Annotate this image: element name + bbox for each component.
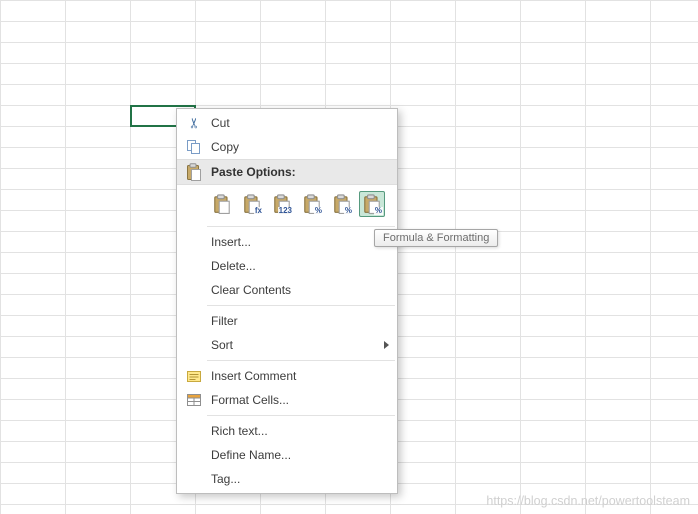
menu-separator	[207, 360, 395, 361]
menu-item-label: Insert...	[211, 235, 252, 249]
paste-formula-formatting-icon[interactable]: %	[359, 191, 385, 217]
menu-item-clear-contents[interactable]: Clear Contents	[177, 278, 397, 302]
menu-item-insert[interactable]: Insert...	[177, 230, 397, 254]
paste-formatting-icon[interactable]: %	[299, 191, 325, 217]
paste-icon[interactable]	[209, 191, 235, 217]
menu-item-label: Delete...	[211, 259, 256, 273]
menu-item-tag[interactable]: Tag...	[177, 467, 397, 491]
menu-separator	[207, 415, 395, 416]
submenu-arrow-icon	[384, 341, 389, 349]
paste-glyph: %	[343, 206, 353, 215]
menu-item-filter[interactable]: Filter	[177, 309, 397, 333]
menu-item-label: Copy	[211, 140, 240, 154]
tooltip: Formula & Formatting	[374, 229, 499, 247]
menu-item-label: Rich text...	[211, 424, 268, 438]
paste-options-label: Paste Options:	[211, 165, 296, 179]
comment-icon	[183, 368, 205, 384]
paste-glyph: %	[313, 206, 323, 215]
paste-formulas-icon[interactable]: fx	[239, 191, 265, 217]
menu-item-paste-options: Paste Options:	[177, 159, 397, 185]
watermark-text: https://blog.csdn.net/powertoolsteam	[486, 494, 690, 508]
menu-item-label: Clear Contents	[211, 283, 292, 297]
copy-icon	[183, 139, 205, 155]
menu-separator	[207, 305, 395, 306]
menu-item-define-name[interactable]: Define Name...	[177, 443, 397, 467]
paste-values-formatting-icon[interactable]: %	[329, 191, 355, 217]
menu-item-label: Insert Comment	[211, 369, 297, 383]
menu-item-rich-text[interactable]: Rich text...	[177, 419, 397, 443]
menu-item-insert-comment[interactable]: Insert Comment	[177, 364, 397, 388]
paste-glyph: %	[373, 206, 383, 215]
menu-item-copy[interactable]: Copy	[177, 135, 397, 159]
menu-item-sort[interactable]: Sort	[177, 333, 397, 357]
menu-separator	[207, 226, 395, 227]
menu-item-label: Tag...	[211, 472, 241, 486]
scissors-icon: ✂	[185, 117, 202, 129]
format-cells-icon	[183, 392, 205, 408]
menu-item-format-cells[interactable]: Format Cells...	[177, 388, 397, 412]
menu-item-label: Filter	[211, 314, 238, 328]
paste-options-row: fx 123 % % %	[177, 185, 397, 223]
menu-item-label: Sort	[211, 338, 234, 352]
context-menu: ✂ Cut Copy Paste Options: fx 123 % % % I…	[176, 108, 398, 494]
paste-glyph: fx	[253, 206, 263, 215]
menu-item-cut[interactable]: ✂ Cut	[177, 111, 397, 135]
paste-glyph: 123	[277, 206, 293, 215]
menu-item-label: Format Cells...	[211, 393, 290, 407]
clipboard-icon	[183, 163, 205, 181]
paste-values-icon[interactable]: 123	[269, 191, 295, 217]
menu-item-label: Cut	[211, 116, 230, 130]
menu-item-delete[interactable]: Delete...	[177, 254, 397, 278]
menu-item-label: Define Name...	[211, 448, 292, 462]
